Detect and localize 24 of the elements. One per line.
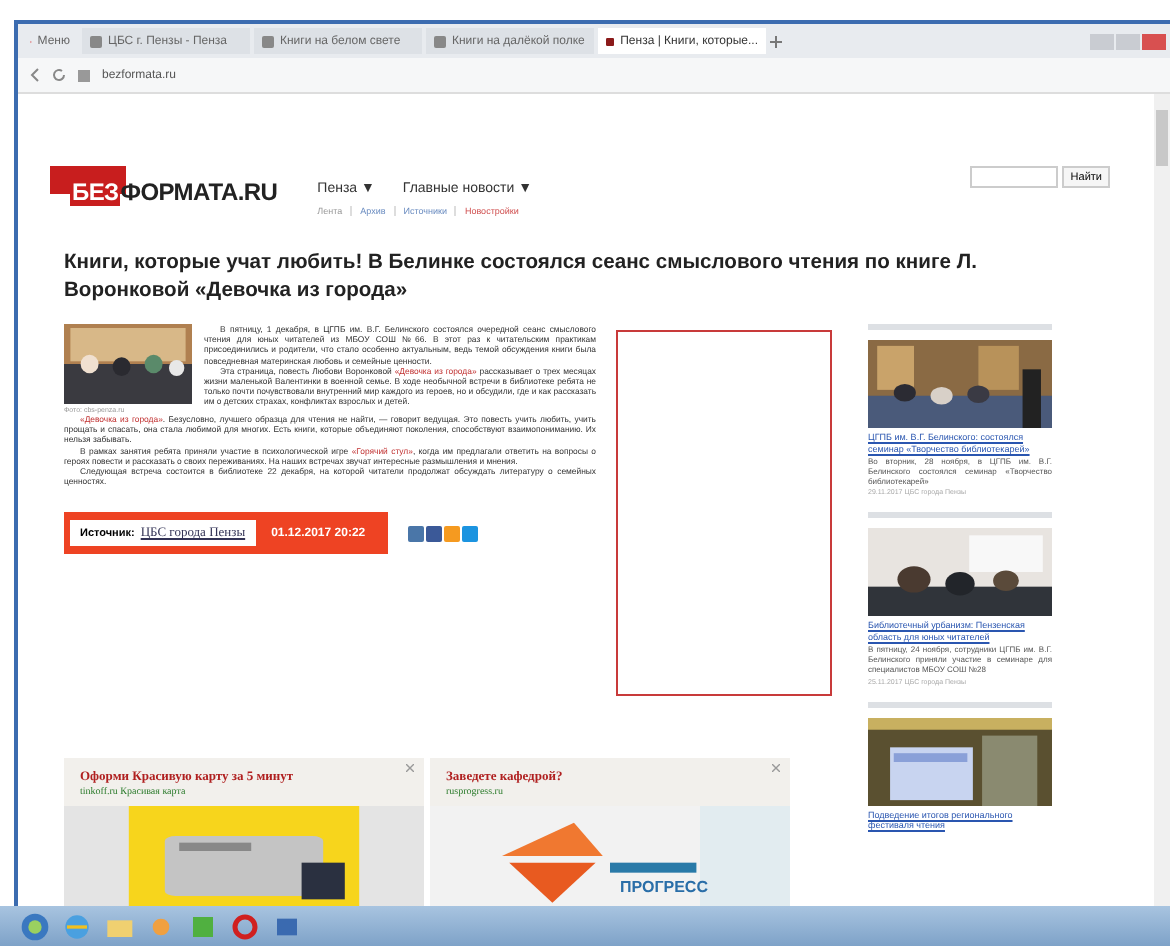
page-icon — [90, 35, 102, 47]
share-icon[interactable] — [461, 525, 478, 542]
start-icon[interactable] — [20, 911, 50, 941]
reload-icon[interactable] — [52, 68, 66, 82]
brand-text: ПРОГРЕСС — [620, 878, 708, 896]
search-field[interactable] — [970, 166, 1059, 188]
minimize-icon[interactable] — [1090, 33, 1114, 49]
opera-icon[interactable] — [230, 911, 260, 941]
vk-share-icon[interactable] — [407, 525, 424, 542]
logo-text[interactable]: БЕЗ — [70, 178, 121, 206]
back-icon[interactable] — [30, 68, 40, 82]
close-icon[interactable] — [772, 764, 780, 772]
page-icon — [262, 35, 274, 47]
page-icon — [606, 35, 615, 47]
page-icon — [434, 35, 446, 47]
scrollbar-thumb[interactable] — [1156, 110, 1168, 166]
browser-icon[interactable] — [62, 911, 92, 941]
close-icon[interactable] — [1142, 33, 1166, 49]
new-tab-icon[interactable] — [770, 35, 782, 47]
app-icon[interactable] — [188, 911, 218, 941]
article-title: Книги, которые учат любить! В Белинке состоялся сеанс смыслового чтения по книге Л. Воронковой «Девочка из города» — [64, 250, 979, 306]
logo-text[interactable]: ФОРМАТА.RU — [120, 178, 278, 206]
close-icon[interactable] — [406, 764, 414, 772]
facebook-share-icon[interactable] — [425, 525, 442, 542]
